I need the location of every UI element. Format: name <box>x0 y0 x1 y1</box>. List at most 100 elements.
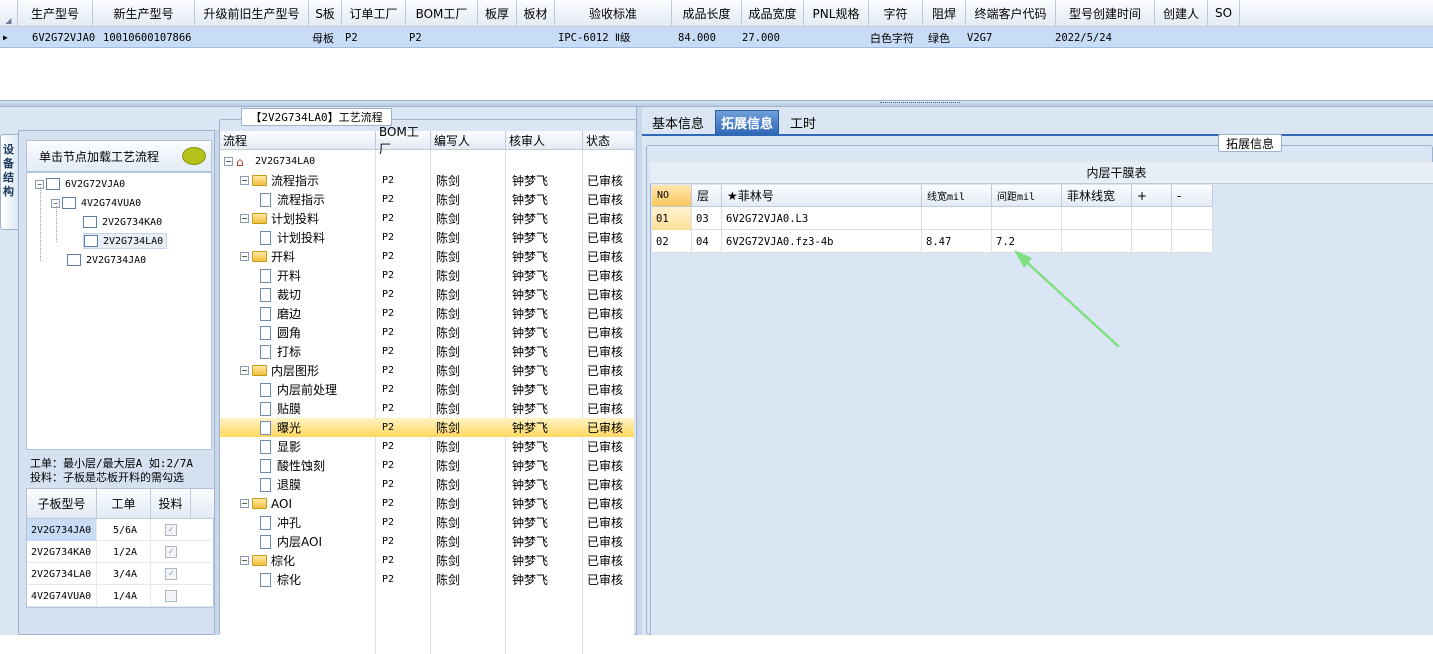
collapse-icon[interactable]: − <box>240 176 249 185</box>
col-created[interactable]: 型号创建时间 <box>1056 0 1155 27</box>
col-pnl[interactable]: PNL规格 <box>804 0 869 27</box>
remove-row-button[interactable]: - <box>1172 185 1213 207</box>
col-film-no[interactable]: ★菲林号 <box>722 185 922 207</box>
col-reviewer[interactable]: 核审人 <box>506 131 583 150</box>
col-bom-factory[interactable]: BOM工厂 <box>406 0 478 27</box>
process-name-cell: 磨边 <box>260 304 301 323</box>
tab-device-structure[interactable]: 设备结构 <box>0 134 18 230</box>
collapse-icon[interactable]: − <box>240 252 249 261</box>
col-line-width[interactable]: 线宽mil <box>922 185 992 207</box>
col-standard[interactable]: 验收标准 <box>555 0 672 27</box>
process-row[interactable]: 酸性蚀刻 P2 陈剑 钟梦飞 已审核 <box>220 456 634 475</box>
tree-node[interactable]: 2V2G734KA0 <box>83 214 162 230</box>
bom-cell: P2 <box>382 175 395 186</box>
table-row[interactable]: 2V2G734LA0 3/4A ✓ <box>27 563 215 585</box>
col-creator[interactable]: 创建人 <box>1155 0 1208 27</box>
feed-checkbox[interactable]: ✓ <box>165 524 177 536</box>
collapse-icon[interactable]: − <box>240 556 249 565</box>
bom-cell: P2 <box>382 327 395 338</box>
tree-root[interactable]: − ⌂ 2V2G734LA0 <box>220 152 634 171</box>
col-old-model[interactable]: 升级前旧生产型号 <box>195 0 309 27</box>
process-row[interactable]: 贴膜 P2 陈剑 钟梦飞 已审核 <box>220 399 634 418</box>
process-row[interactable]: 磨边 P2 陈剑 钟梦飞 已审核 <box>220 304 634 323</box>
process-row[interactable]: − 流程指示 P2 陈剑 钟梦飞 已审核 <box>220 171 634 190</box>
col-soldermask[interactable]: 阻焊 <box>923 0 966 27</box>
tab-work-hours[interactable]: 工时 <box>783 110 823 134</box>
feed-checkbox[interactable]: ✓ <box>165 546 177 558</box>
col-order[interactable]: 工单 <box>97 489 151 519</box>
table-row[interactable]: 2V2G734JA0 5/6A ✓ <box>27 519 215 541</box>
col-production-model[interactable]: 生产型号 <box>18 0 93 27</box>
col-thickness[interactable]: 板厚 <box>478 0 517 27</box>
cell-film-width[interactable] <box>1062 207 1132 230</box>
tree-node[interactable]: −6V2G72VJA0 <box>35 176 125 192</box>
col-order-factory[interactable]: 订单工厂 <box>342 0 406 27</box>
process-row[interactable]: 内层AOI P2 陈剑 钟梦飞 已审核 <box>220 532 634 551</box>
process-row[interactable]: 打标 P2 陈剑 钟梦飞 已审核 <box>220 342 634 361</box>
cell-minus <box>1172 207 1213 230</box>
process-row[interactable]: 内层前处理 P2 陈剑 钟梦飞 已审核 <box>220 380 634 399</box>
process-row[interactable]: 冲孔 P2 陈剑 钟梦飞 已审核 <box>220 513 634 532</box>
col-width[interactable]: 成品宽度 <box>742 0 804 27</box>
col-writer[interactable]: 编写人 <box>431 131 506 150</box>
process-row[interactable]: 棕化 P2 陈剑 钟梦飞 已审核 <box>220 570 634 589</box>
tree-node[interactable]: −4V2G74VUA0 <box>51 195 141 211</box>
process-name: 开料 <box>277 269 302 283</box>
process-row[interactable]: − 开料 P2 陈剑 钟梦飞 已审核 <box>220 247 634 266</box>
process-row[interactable]: 计划投料 P2 陈剑 钟梦飞 已审核 <box>220 228 634 247</box>
col-sub-model[interactable]: 子板型号 <box>27 489 97 519</box>
process-row[interactable]: 流程指示 P2 陈剑 钟梦飞 已审核 <box>220 190 634 209</box>
process-row[interactable]: 裁切 P2 陈剑 钟梦飞 已审核 <box>220 285 634 304</box>
col-film-width[interactable]: 菲林线宽 <box>1062 185 1132 207</box>
add-row-button[interactable]: + <box>1132 185 1172 207</box>
col-length[interactable]: 成品长度 <box>672 0 742 27</box>
process-row[interactable]: − 棕化 P2 陈剑 钟梦飞 已审核 <box>220 551 634 570</box>
process-row[interactable]: 圆角 P2 陈剑 钟梦飞 已审核 <box>220 323 634 342</box>
tab-extended-info[interactable]: 拓展信息 <box>715 110 779 134</box>
process-row[interactable]: 开料 P2 陈剑 钟梦飞 已审核 <box>220 266 634 285</box>
cell-thickness <box>478 27 517 48</box>
feed-checkbox[interactable]: ✓ <box>165 568 177 580</box>
col-layer[interactable]: 层 <box>692 185 722 207</box>
cell-length: 84.000 <box>678 31 716 44</box>
process-row[interactable]: − 内层图形 P2 陈剑 钟梦飞 已审核 <box>220 361 634 380</box>
process-row[interactable]: 退膜 P2 陈剑 钟梦飞 已审核 <box>220 475 634 494</box>
cell-line-width[interactable]: 8.47 <box>922 230 992 253</box>
process-row[interactable]: − 计划投料 P2 陈剑 钟梦飞 已审核 <box>220 209 634 228</box>
col-so[interactable]: SO <box>1208 0 1240 27</box>
process-row[interactable]: 显影 P2 陈剑 钟梦飞 已审核 <box>220 437 634 456</box>
cell-spacing[interactable] <box>992 207 1062 230</box>
col-process[interactable]: 流程 <box>220 131 376 150</box>
table-row[interactable]: 4V2G74VUA0 1/4A <box>27 585 215 607</box>
col-s-board[interactable]: S板 <box>309 0 342 27</box>
col-spacing[interactable]: 间距mil <box>992 185 1062 207</box>
table-row[interactable]: ▶ 6V2G72VJA0 10010600107866 母板 P2 P2 IPC… <box>0 27 1433 48</box>
col-bom-factory[interactable]: BOM工厂 <box>376 125 431 156</box>
col-new-model[interactable]: 新生产型号 <box>93 0 195 27</box>
collapse-icon[interactable]: − <box>240 499 249 508</box>
table-row[interactable]: 01 03 6V2G72VJA0.L3 <box>652 207 1213 230</box>
reviewer-cell: 钟梦飞 <box>512 535 549 549</box>
process-row[interactable]: 曝光 P2 陈剑 钟梦飞 已审核 <box>220 418 634 437</box>
feed-checkbox[interactable] <box>165 590 177 602</box>
table-row[interactable]: 2V2G734KA0 1/2A ✓ <box>27 541 215 563</box>
cell-soldermask: 绿色 <box>928 31 950 45</box>
horizontal-splitter[interactable] <box>0 100 1433 107</box>
bom-cell: P2 <box>382 232 395 243</box>
collapse-icon[interactable]: − <box>240 214 249 223</box>
tree-node[interactable]: 2V2G734JA0 <box>67 252 146 268</box>
col-no[interactable]: NO <box>652 185 692 207</box>
collapse-icon[interactable]: − <box>240 366 249 375</box>
process-row[interactable]: − AOI P2 陈剑 钟梦飞 已审核 <box>220 494 634 513</box>
col-material[interactable]: 板材 <box>517 0 555 27</box>
col-silkscreen[interactable]: 字符 <box>869 0 923 27</box>
reviewer-cell: 钟梦飞 <box>512 497 549 511</box>
col-customer-code[interactable]: 终端客户代码 <box>966 0 1056 27</box>
collapse-icon[interactable]: − <box>224 157 233 166</box>
tab-basic-info[interactable]: 基本信息 <box>646 110 710 134</box>
col-feed[interactable]: 投料 <box>151 489 191 519</box>
status-cell: 已审核 <box>587 307 624 321</box>
col-status[interactable]: 状态 <box>583 131 634 150</box>
cell-line-width[interactable] <box>922 207 992 230</box>
tree-node-selected[interactable]: 2V2G734LA0 <box>83 233 168 249</box>
